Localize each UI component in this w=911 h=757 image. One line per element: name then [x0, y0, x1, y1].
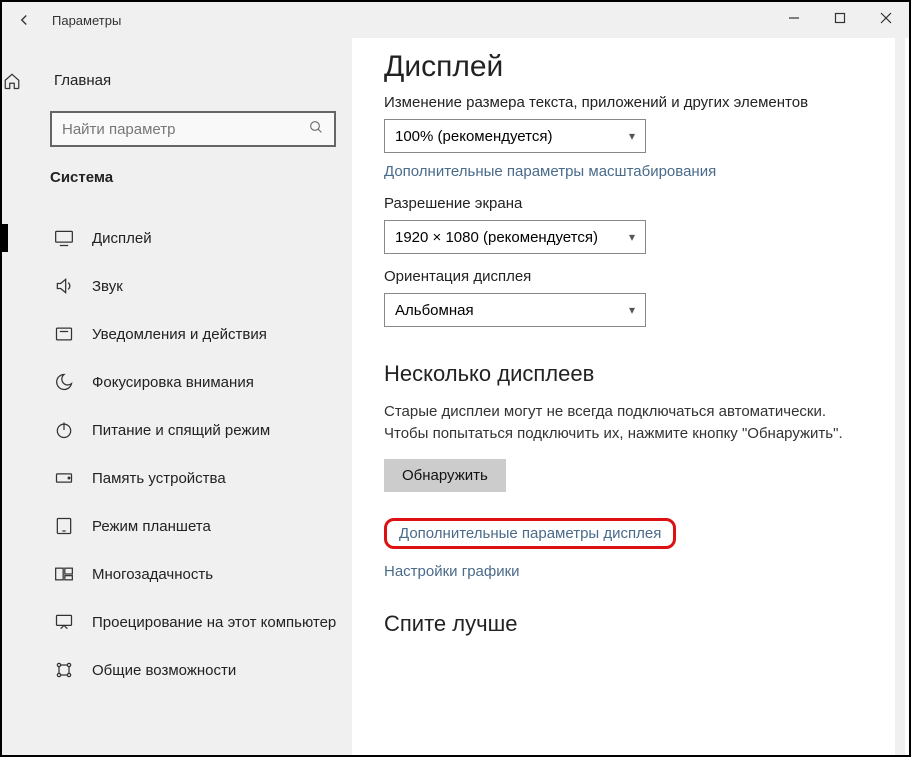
sidebar-item-multitasking[interactable]: Многозадачность	[2, 550, 352, 598]
orientation-label: Ориентация дисплея	[384, 268, 869, 285]
tablet-icon	[54, 516, 74, 536]
multitasking-icon	[54, 564, 74, 584]
advanced-display-link[interactable]: Дополнительные параметры дисплея	[384, 518, 676, 549]
multi-displays-heading: Несколько дисплеев	[384, 361, 869, 387]
sidebar-item-label: Фокусировка внимания	[92, 374, 254, 391]
focus-icon	[54, 372, 74, 392]
sidebar-item-shared[interactable]: Общие возможности	[2, 646, 352, 694]
home-icon	[2, 71, 22, 91]
multi-displays-text: Старые дисплеи могут не всегда подключат…	[384, 401, 844, 445]
minimize-icon	[788, 12, 800, 24]
sidebar: Главная Система Дисплей Звук	[2, 38, 352, 755]
orientation-dropdown[interactable]: Альбомная ▾	[384, 293, 646, 327]
resolution-dropdown[interactable]: 1920 × 1080 (рекомендуется) ▾	[384, 220, 646, 254]
window-controls	[771, 2, 909, 34]
sidebar-item-label: Звук	[92, 278, 123, 295]
arrow-left-icon	[15, 11, 33, 29]
sidebar-item-label: Дисплей	[92, 230, 152, 247]
resolution-label: Разрешение экрана	[384, 195, 869, 212]
settings-window: Параметры Главная	[0, 0, 911, 757]
close-icon	[880, 12, 892, 24]
sidebar-item-storage[interactable]: Память устройства	[2, 454, 352, 502]
sidebar-item-notifications[interactable]: Уведомления и действия	[2, 310, 352, 358]
back-button[interactable]	[2, 2, 46, 38]
sidebar-item-sound[interactable]: Звук	[2, 262, 352, 310]
window-title: Параметры	[46, 13, 121, 28]
scale-dropdown-value: 100% (рекомендуется)	[395, 128, 552, 145]
sidebar-item-projecting[interactable]: Проецирование на этот компьютер	[2, 598, 352, 646]
sidebar-home-label: Главная	[54, 72, 111, 89]
search-input-wrap[interactable]	[50, 111, 336, 147]
main-content: Дисплей Изменение размера текста, прилож…	[352, 38, 909, 755]
storage-icon	[54, 468, 74, 488]
sidebar-section-title: Система	[2, 147, 352, 196]
chevron-down-icon: ▾	[629, 230, 635, 244]
sidebar-item-display[interactable]: Дисплей	[2, 214, 352, 262]
search-icon	[308, 119, 324, 140]
sound-icon	[54, 276, 74, 296]
graphics-settings-link[interactable]: Настройки графики	[384, 563, 520, 580]
orientation-dropdown-value: Альбомная	[395, 302, 474, 319]
projecting-icon	[54, 612, 74, 632]
close-button[interactable]	[863, 2, 909, 34]
sidebar-item-label: Режим планшета	[92, 518, 211, 535]
sidebar-item-power[interactable]: Питание и спящий режим	[2, 406, 352, 454]
minimize-button[interactable]	[771, 2, 817, 34]
sidebar-home[interactable]: Главная	[2, 66, 352, 95]
resolution-dropdown-value: 1920 × 1080 (рекомендуется)	[395, 229, 598, 246]
scale-dropdown[interactable]: 100% (рекомендуется) ▾	[384, 119, 646, 153]
sidebar-item-label: Проецирование на этот компьютер	[92, 614, 336, 631]
display-icon	[54, 228, 74, 248]
sidebar-item-focus[interactable]: Фокусировка внимания	[2, 358, 352, 406]
sidebar-item-label: Общие возможности	[92, 662, 236, 679]
detect-button[interactable]: Обнаружить	[384, 459, 506, 492]
sidebar-item-tablet[interactable]: Режим планшета	[2, 502, 352, 550]
shared-icon	[54, 660, 74, 680]
sidebar-item-label: Многозадачность	[92, 566, 213, 583]
advanced-scaling-link[interactable]: Дополнительные параметры масштабирования	[384, 163, 716, 180]
search-input[interactable]	[62, 121, 308, 138]
sleep-better-heading: Спите лучше	[384, 611, 869, 637]
chevron-down-icon: ▾	[629, 129, 635, 143]
page-title: Дисплей	[384, 50, 869, 84]
titlebar: Параметры	[2, 2, 909, 38]
sidebar-item-label: Память устройства	[92, 470, 226, 487]
scale-label: Изменение размера текста, приложений и д…	[384, 94, 869, 111]
sidebar-nav: Дисплей Звук Уведомления и действия Фоку…	[2, 214, 352, 694]
sidebar-item-label: Уведомления и действия	[92, 326, 267, 343]
power-icon	[54, 420, 74, 440]
maximize-button[interactable]	[817, 2, 863, 34]
chevron-down-icon: ▾	[629, 303, 635, 317]
notifications-icon	[54, 324, 74, 344]
sidebar-item-label: Питание и спящий режим	[92, 422, 270, 439]
maximize-icon	[834, 12, 846, 24]
